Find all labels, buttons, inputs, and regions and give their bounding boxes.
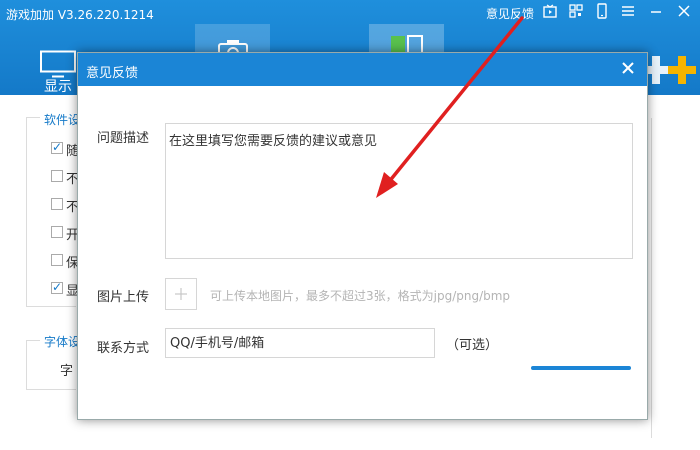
submit-button[interactable] [531,366,631,370]
feedback-dialog-header: 意见反馈 [78,53,647,86]
optional-label: （可选） [446,338,499,353]
checkbox-6[interactable] [51,280,63,294]
feedback-link[interactable]: 意见反馈 [486,5,534,22]
qr-code-icon[interactable] [568,3,584,19]
checkbox-4[interactable] [51,226,63,238]
font-label: 字 [60,364,74,379]
toolbar-label-display[interactable]: 显示 [44,76,72,96]
mobile-icon[interactable] [594,3,610,19]
plus-icon [175,288,187,300]
close-icon[interactable] [619,59,637,77]
image-upload-button[interactable] [165,278,197,310]
checkbox-5[interactable] [51,254,63,266]
feedback-dialog-title: 意见反馈 [86,66,139,81]
checkbox-2[interactable] [51,170,63,182]
minimize-icon[interactable] [648,3,664,19]
description-label: 问题描述 [97,131,150,146]
right-panel-border [651,118,652,438]
contact-label: 联系方式 [97,341,150,356]
video-icon[interactable] [542,3,558,19]
checkbox-3[interactable] [51,198,63,210]
close-icon[interactable] [676,3,692,19]
image-upload-label: 图片上传 [97,290,150,305]
checkbox-1[interactable] [51,140,63,154]
app-title: 游戏加加 V3.26.220.1214 [6,8,154,22]
feedback-dialog: 意见反馈 问题描述 图片上传 可上传本地图片，最多不超过3张，格式为jpg/pn… [77,52,648,420]
right-panel-area [648,100,700,450]
description-input[interactable] [165,123,633,259]
contact-input[interactable] [165,328,435,358]
image-upload-hint: 可上传本地图片，最多不超过3张，格式为jpg/png/bmp [210,289,511,303]
menu-icon[interactable] [620,3,636,19]
